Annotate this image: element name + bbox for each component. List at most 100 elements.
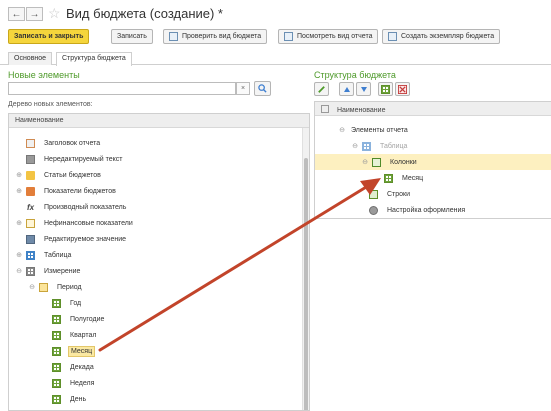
grid-icon xyxy=(52,346,61,356)
structure-item-label: Колонки xyxy=(390,158,417,166)
tab-strip: Основное Структура бюджета xyxy=(0,52,551,66)
budget-structure-tree[interactable]: Наименование ⊖ Элементы отчета ⊖ Таблица… xyxy=(314,101,551,219)
document-icon xyxy=(388,32,397,41)
grid-icon xyxy=(384,173,393,183)
structure-item-table[interactable]: ⊖ Таблица xyxy=(315,138,409,154)
create-budget-instance-button[interactable]: Создать экземпляр бюджета xyxy=(382,29,501,44)
tree-item-label: Квартал xyxy=(70,331,97,339)
save-button[interactable]: Записать xyxy=(111,29,153,44)
tree-item-derived-indicator[interactable]: fx Производный показатель xyxy=(9,199,128,215)
structure-item-label: Настройка оформления xyxy=(387,206,466,214)
grid-icon xyxy=(52,378,61,388)
period-folder-icon xyxy=(39,282,48,292)
grid-icon xyxy=(52,394,61,404)
tree-item-budget-articles[interactable]: ⊕ Статьи бюджетов xyxy=(9,167,103,183)
tree-item-label: Год xyxy=(70,299,82,307)
structure-item-label: Таблица xyxy=(380,142,408,150)
structure-item-columns[interactable]: ⊖ Колонки xyxy=(315,154,419,170)
collapse-icon[interactable]: ⊖ xyxy=(338,126,346,134)
view-report-button[interactable]: Посмотреть вид отчета xyxy=(278,29,379,44)
search-icon xyxy=(258,84,267,93)
edit-button[interactable] xyxy=(314,82,329,96)
collapse-icon[interactable]: ⊖ xyxy=(15,267,23,275)
structure-item-formatting[interactable]: Настройка оформления xyxy=(315,202,467,218)
report-icon xyxy=(284,32,293,41)
tree-item-decade[interactable]: Декада xyxy=(9,359,96,375)
back-button[interactable]: ← xyxy=(8,7,25,21)
search-input[interactable] xyxy=(8,82,236,95)
check-budget-view-button[interactable]: Проверить вид бюджета xyxy=(163,29,268,44)
row-marker-icon xyxy=(321,105,329,113)
structure-item-month[interactable]: Месяц xyxy=(315,170,425,186)
create-budget-instance-label: Создать экземпляр бюджета xyxy=(401,33,495,40)
search-button[interactable] xyxy=(254,81,271,96)
delete-icon xyxy=(398,84,407,94)
arrow-right-icon: → xyxy=(29,8,40,20)
report-header-icon xyxy=(26,138,35,148)
tree-item-label: Таблица xyxy=(44,251,72,259)
tab-main[interactable]: Основное xyxy=(8,52,53,65)
folder-outline-icon xyxy=(26,218,35,228)
grid-icon xyxy=(52,362,61,372)
title-bar: ← → ☆ Вид бюджета (создание) * xyxy=(0,0,551,24)
tree-item-period[interactable]: ⊖ Период xyxy=(9,279,84,295)
tree-item-dimension[interactable]: ⊖ Измерение xyxy=(9,263,82,279)
tree-item-label: Нередактируемый текст xyxy=(44,155,123,163)
expand-icon[interactable]: ⊕ xyxy=(15,219,23,227)
tree-item-year[interactable]: Год xyxy=(9,295,83,311)
search-clear-button[interactable]: × xyxy=(236,82,250,95)
folder-icon xyxy=(26,186,35,196)
tree-item-editable-value[interactable]: Редактируемое значение xyxy=(9,231,128,247)
move-up-button[interactable] xyxy=(339,82,354,96)
grid-icon xyxy=(52,330,61,340)
tree-item-label: Неделя xyxy=(70,379,95,387)
expand-icon[interactable]: ⊕ xyxy=(15,171,23,179)
delete-button[interactable] xyxy=(395,82,410,96)
toolbar: Записать и закрыть Записать Проверить ви… xyxy=(0,29,551,45)
structure-item-label: Элементы отчета xyxy=(351,126,408,134)
rows-icon xyxy=(369,189,378,199)
tree-item-budget-indicators[interactable]: ⊕ Показатели бюджетов xyxy=(9,183,118,199)
add-row-button[interactable] xyxy=(378,82,393,96)
move-down-button[interactable] xyxy=(356,82,371,96)
grid-icon xyxy=(52,298,61,308)
tree-item-label: Полугодие xyxy=(70,315,105,323)
tree-item-month[interactable]: Месяц xyxy=(9,343,96,359)
tree-item-half-year[interactable]: Полугодие xyxy=(9,311,106,327)
tree-item-label: Период xyxy=(57,283,82,291)
tree-item-static-text[interactable]: Нередактируемый текст xyxy=(9,151,125,167)
view-report-label: Посмотреть вид отчета xyxy=(297,33,373,40)
tree-item-label: Заголовок отчета xyxy=(44,139,101,147)
tree-item-label: Декада xyxy=(70,363,94,371)
collapse-icon[interactable]: ⊖ xyxy=(361,158,369,166)
tree-scrollbar[interactable] xyxy=(302,128,309,410)
tab-budget-structure[interactable]: Структура бюджета xyxy=(56,52,132,66)
expand-icon[interactable]: ⊕ xyxy=(15,187,23,195)
structure-item-label: Строки xyxy=(387,190,411,198)
grid-icon xyxy=(52,314,61,324)
tree-item-week[interactable]: Неделя xyxy=(9,375,96,391)
structure-item-report-elements[interactable]: ⊖ Элементы отчета xyxy=(315,122,410,138)
collapse-icon[interactable]: ⊖ xyxy=(28,283,36,291)
tree-item-table[interactable]: ⊕ Таблица xyxy=(9,247,73,263)
forward-button[interactable]: → xyxy=(26,7,43,21)
tree-item-label: Редактируемое значение xyxy=(44,235,127,243)
expand-icon[interactable]: ⊕ xyxy=(15,251,23,259)
favorite-star-icon[interactable]: ☆ xyxy=(48,5,61,21)
collapse-icon[interactable]: ⊖ xyxy=(351,142,359,150)
tree-item-quarter[interactable]: Квартал xyxy=(9,327,98,343)
column-header-name: Наименование xyxy=(315,102,551,116)
tree-item-label: Статьи бюджетов xyxy=(44,171,101,179)
scrollbar-thumb[interactable] xyxy=(304,158,308,410)
structure-item-rows[interactable]: Строки xyxy=(315,186,412,202)
tree-item-day[interactable]: День xyxy=(9,391,88,407)
edit-value-icon xyxy=(26,234,35,244)
tree-item-label: Производный показатель xyxy=(44,203,127,211)
save-and-close-button[interactable]: Записать и закрыть xyxy=(8,29,90,44)
new-elements-title: Новые элементы xyxy=(8,70,80,80)
tree-item-report-header[interactable]: Заголовок отчета xyxy=(9,135,102,151)
tree-item-nonfinancial[interactable]: ⊕ Нефинансовые показатели xyxy=(9,215,135,231)
tree-label: Дерево новых элементов: xyxy=(8,101,93,108)
check-budget-view-label: Проверить вид бюджета xyxy=(182,33,262,40)
new-elements-tree[interactable]: Наименование Заголовок отчета Нередактир… xyxy=(8,113,310,411)
